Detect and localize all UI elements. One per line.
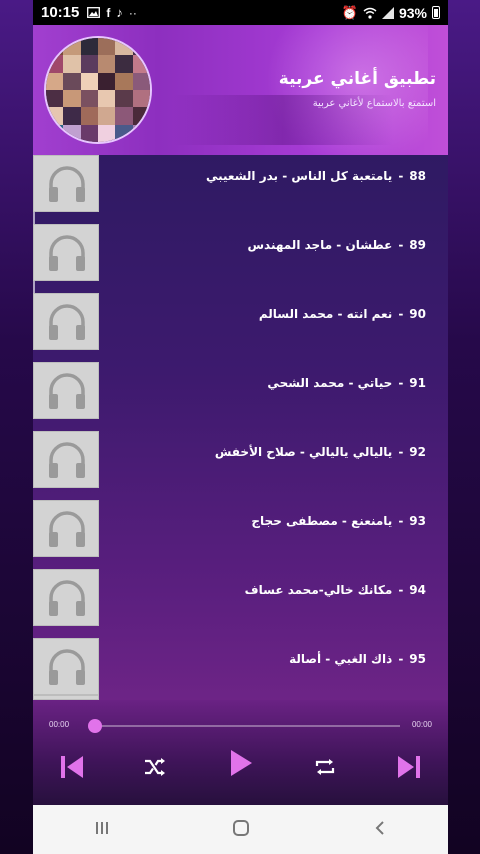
song-separator: - (398, 514, 404, 528)
song-title: يامنعنع - مصطفى حجاج (251, 514, 393, 528)
signal-icon (381, 6, 394, 19)
headphones-icon (49, 649, 85, 685)
headphones-icon (49, 511, 85, 547)
total-time: 00:00 (411, 720, 432, 729)
app-logo (44, 36, 152, 144)
headphones-icon (49, 166, 85, 202)
repeat-button[interactable] (308, 752, 342, 782)
list-item[interactable]: 90 - نعم انته - محمد السالم (33, 293, 448, 362)
headphones-icon (49, 580, 85, 616)
song-number: 89 (409, 238, 426, 252)
song-thumbnail (33, 500, 99, 557)
recent-apps-icon (96, 821, 109, 834)
song-thumbnail (33, 638, 99, 695)
song-separator: - (398, 376, 404, 390)
song-title: نعم انته - محمد السالم (258, 307, 393, 321)
song-label: 93 - يامنعنع - مصطفى حجاج (251, 514, 426, 528)
back-icon (375, 820, 384, 835)
alarm-icon: ⏰ (341, 4, 358, 20)
song-label: 89 - عطشان - ماجد المهندس (247, 238, 426, 252)
song-separator: - (398, 307, 404, 321)
song-title: حياتي - محمد الشحي (267, 376, 393, 390)
song-label: 91 - حياتي - محمد الشحي (267, 376, 426, 390)
song-thumbnail (33, 431, 99, 488)
song-title: ذاك الغبي - أصالة (289, 652, 393, 666)
shuffle-button[interactable] (138, 752, 172, 782)
song-separator: - (398, 652, 404, 666)
list-item[interactable]: 89 - عطشان - ماجد المهندس (33, 224, 448, 293)
app-header: تطبيق أغاني عربية استمتع بالاستماع لأغان… (33, 25, 448, 155)
headphones-icon (49, 373, 85, 409)
headphones-icon (49, 304, 85, 340)
list-item[interactable]: 91 - حياتي - محمد الشحي (33, 362, 448, 431)
status-bar: 10:15 f ♪ ·· ⏰ 93% (33, 0, 448, 25)
right-frame (448, 0, 480, 854)
song-label: 94 - مكانك خالي-محمد عساف (245, 583, 426, 597)
song-thumbnail (33, 362, 99, 419)
next-icon (398, 756, 420, 778)
song-label: 92 - ياليالي ياليالي - صلاح الأخفش (215, 445, 426, 459)
more-dots-icon: ·· (128, 5, 137, 20)
left-frame (0, 0, 33, 854)
gallery-icon (87, 7, 101, 18)
previous-icon (61, 756, 83, 778)
wifi-icon (363, 7, 377, 19)
repeat-icon (315, 759, 335, 775)
facebook-icon: f (106, 5, 111, 20)
headphones-icon (49, 442, 85, 478)
status-notification-icons: f ♪ ·· (87, 5, 137, 20)
song-thumbnail (33, 155, 99, 212)
song-separator: - (398, 583, 404, 597)
shuffle-icon (145, 758, 165, 776)
song-title: يامتعبة كل الناس - بدر الشعيبي (205, 169, 393, 183)
song-title: مكانك خالي-محمد عساف (244, 583, 393, 597)
recent-apps-button[interactable] (94, 820, 110, 840)
status-time: 10:15 (41, 4, 80, 21)
list-item[interactable]: 94 - مكانك خالي-محمد عساف (33, 569, 448, 638)
song-separator: - (398, 238, 404, 252)
previous-button[interactable] (55, 752, 89, 782)
music-player: 00:00 00:00 (33, 700, 448, 805)
play-icon (231, 750, 252, 776)
song-thumbnail (33, 569, 99, 626)
song-number: 90 (409, 307, 426, 321)
battery-percent: 93% (398, 4, 427, 21)
song-thumbnail (33, 293, 99, 350)
home-button[interactable] (232, 819, 250, 841)
home-icon (233, 819, 250, 836)
play-button[interactable] (224, 746, 258, 780)
seek-bar[interactable] (95, 725, 400, 727)
song-title: ياليالي ياليالي - صلاح الأخفش (214, 445, 393, 459)
list-item[interactable]: 88 - يامتعبة كل الناس - بدر الشعيبي (33, 155, 448, 224)
song-label: 88 - يامتعبة كل الناس - بدر الشعيبي (206, 169, 426, 183)
list-item[interactable]: 93 - يامنعنع - مصطفى حجاج (33, 500, 448, 569)
app-subtitle: استمتع بالاستماع لأغاني عربية (312, 98, 436, 109)
song-label: 95 - ذاك الغبي - أصالة (289, 652, 426, 666)
song-title: عطشان - ماجد المهندس (247, 238, 393, 252)
song-number: 91 (409, 376, 426, 390)
song-list[interactable]: 88 - يامتعبة كل الناس - بدر الشعيبي 89 -… (33, 155, 448, 700)
song-separator: - (398, 169, 404, 183)
phone-screen: 10:15 f ♪ ·· ⏰ 93% تطبيق أغاني عربية است… (33, 0, 448, 854)
song-separator: - (398, 445, 404, 459)
app-title: تطبيق أغاني عربية (278, 69, 436, 89)
list-item[interactable]: 92 - ياليالي ياليالي - صلاح الأخفش (33, 431, 448, 500)
music-note-icon: ♪ (116, 5, 123, 20)
song-label: 90 - نعم انته - محمد السالم (259, 307, 426, 321)
song-number: 92 (409, 445, 426, 459)
back-button[interactable] (373, 820, 387, 840)
battery-icon (432, 6, 440, 19)
system-nav-bar (33, 805, 448, 854)
song-number: 88 (409, 169, 426, 183)
song-number: 93 (409, 514, 426, 528)
headphones-icon (49, 235, 85, 271)
song-thumbnail (33, 224, 99, 281)
song-number: 95 (409, 652, 426, 666)
list-item[interactable]: 95 - ذاك الغبي - أصالة (33, 638, 448, 700)
next-button[interactable] (392, 752, 426, 782)
song-number: 94 (409, 583, 426, 597)
seek-thumb[interactable] (88, 719, 102, 733)
status-system-icons: ⏰ 93% (342, 5, 440, 21)
elapsed-time: 00:00 (49, 720, 70, 729)
